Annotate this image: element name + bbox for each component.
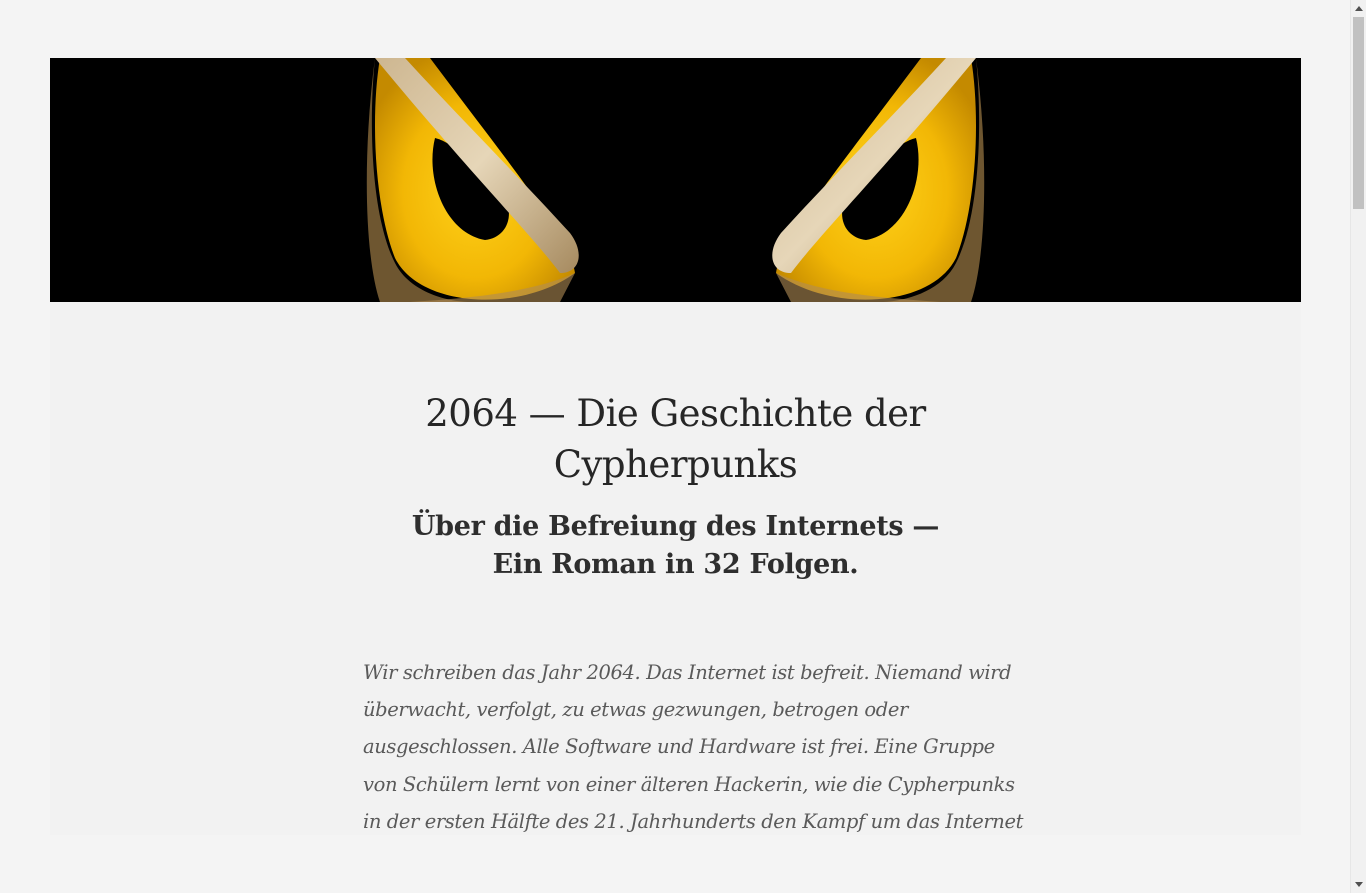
header-banner xyxy=(50,58,1301,302)
book-title: 2064 — Die Geschichte der Cypherpunks xyxy=(50,388,1301,490)
intro-line: von Schülern lernt von einer älteren Hac… xyxy=(363,772,1015,796)
page-content: 2064 — Die Geschichte der Cypherpunks Üb… xyxy=(50,58,1301,835)
book-title-line: 2064 — Die Geschichte der xyxy=(425,392,926,435)
scroll-thumb[interactable] xyxy=(1353,17,1364,209)
triangle-down-icon xyxy=(1354,882,1363,887)
left-eye xyxy=(366,58,579,302)
book-subtitle-line: Über die Befreiung des Internets — xyxy=(411,511,940,542)
owl-eyes-image xyxy=(366,58,985,302)
intro-line: in der ersten Hälfte des 21. Jahrhundert… xyxy=(363,809,1024,833)
intro-line: Wir schreiben das Jahr 2064. Das Interne… xyxy=(363,661,1012,684)
right-eye xyxy=(772,58,985,302)
book-title-line: Cypherpunks xyxy=(553,443,798,486)
scroll-down-button[interactable] xyxy=(1351,876,1366,893)
triangle-up-icon xyxy=(1354,6,1363,11)
scroll-up-button[interactable] xyxy=(1351,0,1366,17)
intro-line: überwacht, verfolgt, zu etwas gezwungen,… xyxy=(363,698,908,722)
intro-line: ausgeschlossen. Alle Software und Hardwa… xyxy=(363,735,995,759)
book-subtitle-line: Ein Roman in 32 Folgen. xyxy=(492,549,859,580)
intro-paragraph: Wir schreiben das Jahr 2064. Das Interne… xyxy=(363,654,1024,835)
book-subtitle: Über die Befreiung des Internets — Ein R… xyxy=(50,508,1301,584)
vertical-scrollbar[interactable] xyxy=(1350,0,1366,893)
